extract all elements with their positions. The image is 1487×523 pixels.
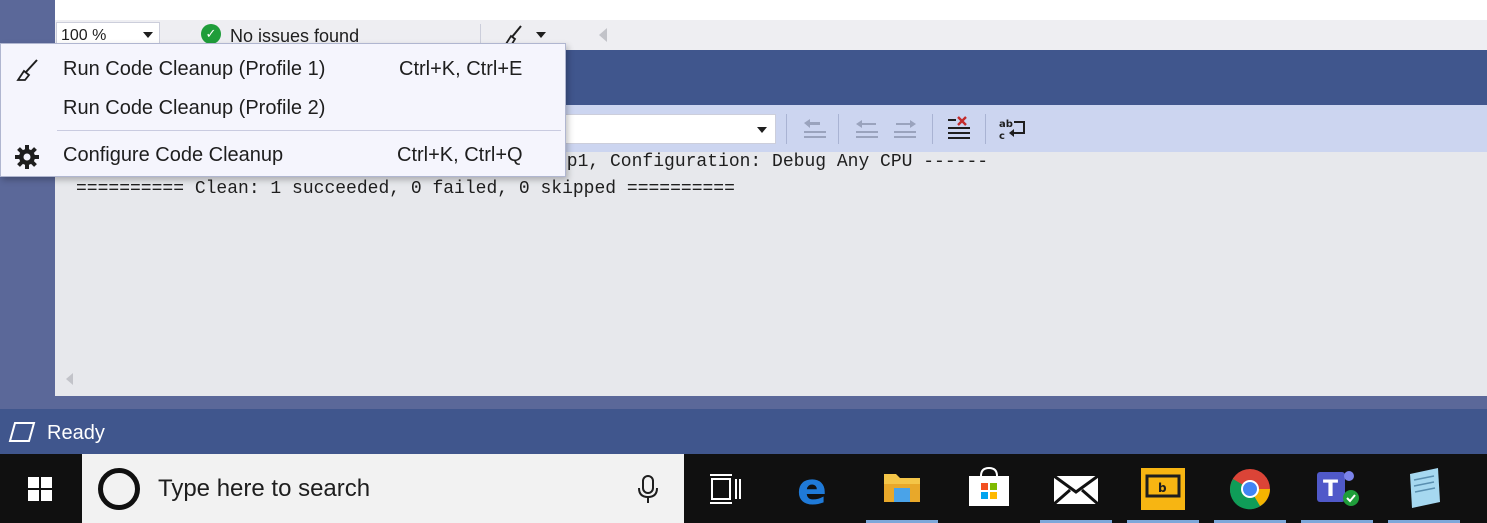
- taskbar-app-bing[interactable]: b: [1127, 454, 1199, 523]
- microphone-icon[interactable]: [637, 474, 659, 504]
- menu-item-label: Run Code Cleanup (Profile 1): [63, 58, 326, 80]
- taskbar-app-notepad[interactable]: [1388, 454, 1460, 523]
- taskbar-app-teams[interactable]: T: [1301, 454, 1373, 523]
- word-wrap-icon: ab c: [999, 119, 1025, 142]
- previous-message-button[interactable]: [852, 114, 884, 144]
- taskbar-app-store[interactable]: [953, 454, 1025, 523]
- toolbar-divider: [932, 114, 933, 144]
- taskbar-app-edge[interactable]: e: [779, 454, 851, 523]
- code-cleanup-menu: Run Code Cleanup (Profile 1) Ctrl+K, Ctr…: [0, 43, 566, 177]
- svg-text:c: c: [999, 131, 1005, 142]
- menu-item-label: Configure Code Cleanup: [63, 144, 284, 166]
- panel-gutter: [0, 396, 1487, 409]
- zoom-value: 100 %: [61, 27, 107, 44]
- svg-text:ab: ab: [999, 119, 1013, 130]
- find-message-icon: [804, 119, 826, 138]
- taskbar-app-chrome[interactable]: [1214, 454, 1286, 523]
- taskbar-search-box[interactable]: Type here to search: [82, 454, 684, 523]
- svg-text:e: e: [797, 464, 827, 515]
- toolbar-divider: [838, 114, 839, 144]
- chrome-icon: [1229, 469, 1270, 510]
- editor-area-top: [55, 0, 1487, 20]
- edge-icon: e: [797, 464, 827, 515]
- menu-item-label: Run Code Cleanup (Profile 2): [63, 97, 326, 119]
- toolbar-divider: [985, 114, 986, 144]
- cortana-icon: [98, 468, 140, 510]
- go-to-location-button[interactable]: [798, 114, 830, 144]
- chevron-down-icon: [757, 127, 767, 133]
- bing-icon: b: [1141, 468, 1185, 510]
- output-source-select[interactable]: [560, 114, 776, 144]
- taskbar-app-mail[interactable]: [1040, 454, 1112, 523]
- notepad-icon: [1410, 468, 1440, 508]
- toolbar-divider: [786, 114, 787, 144]
- status-bar: Ready: [0, 409, 1487, 454]
- checkmark-icon: ✓: [201, 24, 221, 44]
- taskbar-app-file-explorer[interactable]: [866, 454, 938, 523]
- clear-all-button[interactable]: [944, 114, 976, 144]
- output-line: ========== Clean: 1 succeeded, 0 failed,…: [76, 179, 735, 199]
- svg-text:T: T: [1323, 477, 1338, 502]
- status-ready-icon: [8, 422, 36, 442]
- store-icon: [969, 466, 1009, 506]
- word-wrap-button[interactable]: ab c: [996, 114, 1028, 144]
- mail-icon: [1053, 474, 1099, 506]
- task-view-icon: [710, 474, 741, 504]
- menu-item-shortcut: Ctrl+K, Ctrl+Q: [397, 144, 523, 166]
- windows-logo-icon: [28, 477, 52, 501]
- clear-all-icon: [948, 116, 970, 139]
- task-view-button[interactable]: [690, 454, 762, 523]
- chevron-down-icon: [536, 32, 546, 38]
- windows-taskbar: Type here to search e b T: [0, 454, 1487, 523]
- broom-icon: [16, 59, 38, 81]
- folder-icon: [884, 474, 920, 502]
- search-placeholder: Type here to search: [158, 475, 371, 502]
- scroll-left-arrow[interactable]: [599, 28, 607, 42]
- gear-icon: [15, 145, 39, 169]
- output-line: pp1, Configuration: Debug Any CPU ------: [556, 152, 989, 172]
- start-button[interactable]: [0, 454, 82, 523]
- previous-message-icon: [856, 120, 878, 138]
- chevron-down-icon: [143, 32, 153, 38]
- menu-item-run-cleanup-profile-2[interactable]: Run Code Cleanup (Profile 2): [1, 90, 565, 128]
- menu-item-configure-cleanup[interactable]: Configure Code Cleanup Ctrl+K, Ctrl+Q: [1, 137, 565, 175]
- status-text: Ready: [47, 422, 105, 444]
- menu-separator: [57, 130, 561, 131]
- menu-item-run-cleanup-profile-1[interactable]: Run Code Cleanup (Profile 1) Ctrl+K, Ctr…: [1, 51, 565, 89]
- teams-icon: T: [1317, 471, 1359, 506]
- menu-item-shortcut: Ctrl+K, Ctrl+E: [399, 58, 523, 80]
- next-message-icon: [894, 120, 916, 138]
- scroll-left-arrow[interactable]: [66, 373, 73, 385]
- next-message-button[interactable]: [890, 114, 922, 144]
- svg-text:b: b: [1158, 481, 1167, 495]
